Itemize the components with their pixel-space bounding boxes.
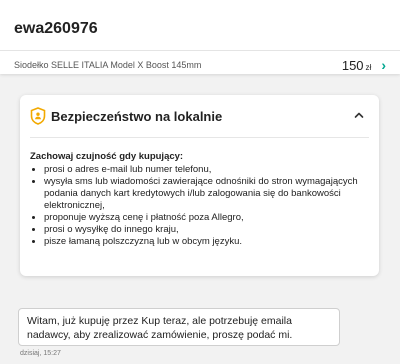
conversation-header: ewa260976 Siodełko SELLE ITALIA Model X … bbox=[0, 0, 400, 74]
product-link[interactable]: Siodełko SELLE ITALIA Model X Boost 145m… bbox=[14, 57, 386, 73]
message-bubble: Witam, już kupuję przez Kup teraz, ale p… bbox=[18, 308, 340, 346]
chevron-right-icon[interactable]: › bbox=[381, 58, 386, 72]
safety-card-body: Zachowaj czujność gdy kupujący: prosi o … bbox=[30, 151, 360, 248]
chevron-up-icon[interactable] bbox=[353, 109, 365, 121]
safety-list-item: pisze łamaną polszczyzną lub w obcym jęz… bbox=[44, 236, 360, 248]
safety-list: prosi o adres e-mail lub numer telefonu,… bbox=[30, 164, 360, 248]
safety-list-item: wysyła sms lub wiadomości zawierające od… bbox=[44, 176, 360, 212]
safety-list-item: proponuje wyższą cenę i płatność poza Al… bbox=[44, 212, 360, 224]
product-price: 150 zł bbox=[342, 58, 371, 73]
shield-icon bbox=[30, 107, 46, 125]
header-divider bbox=[0, 50, 400, 51]
safety-card: Bezpieczeństwo na lokalnie Zachowaj czuj… bbox=[20, 95, 379, 276]
price-value: 150 bbox=[341, 57, 364, 73]
safety-list-item: prosi o wysyłkę do innego kraju, bbox=[44, 224, 360, 236]
safety-card-header[interactable]: Bezpieczeństwo na lokalnie bbox=[20, 95, 379, 137]
safety-list-item: prosi o adres e-mail lub numer telefonu, bbox=[44, 164, 360, 176]
username: ewa260976 bbox=[14, 20, 98, 37]
price-currency: zł bbox=[365, 62, 372, 72]
card-divider bbox=[30, 137, 369, 138]
safety-lead: Zachowaj czujność gdy kupujący: bbox=[30, 151, 184, 162]
message-timestamp: dzisiaj, 15:27 bbox=[20, 350, 61, 357]
product-name: Siodełko SELLE ITALIA Model X Boost 145m… bbox=[14, 60, 202, 70]
safety-card-title: Bezpieczeństwo na lokalnie bbox=[51, 109, 223, 124]
